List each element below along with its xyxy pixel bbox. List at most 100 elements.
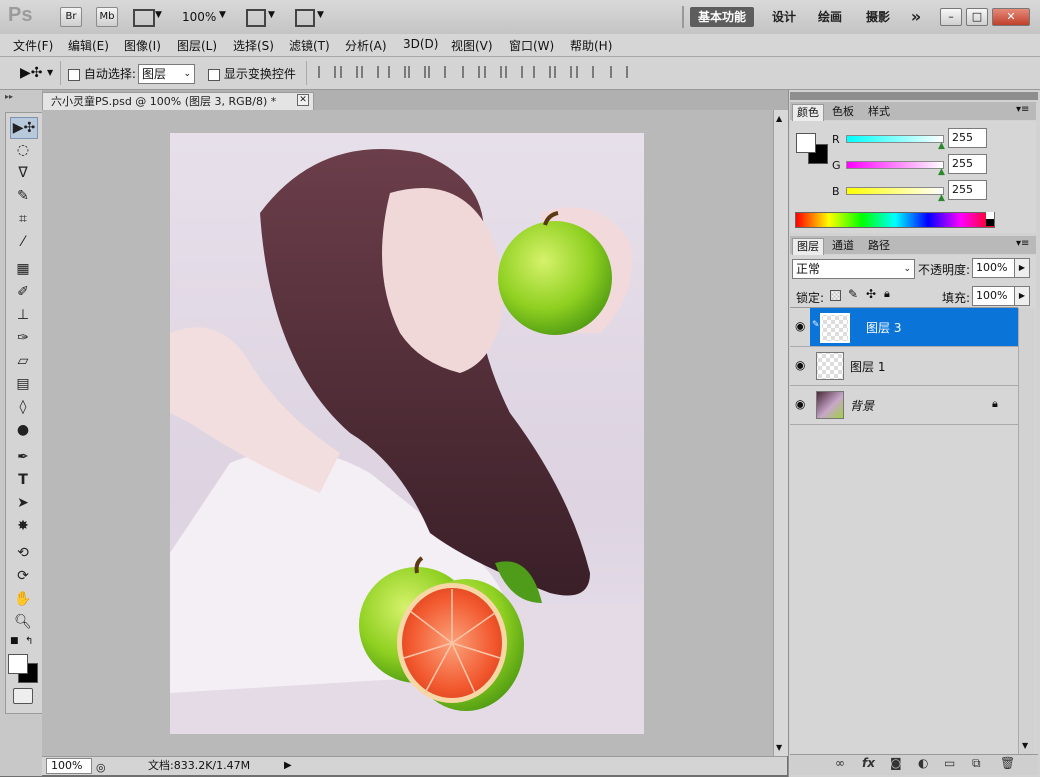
tab-paths[interactable]: 路径 [864, 238, 894, 254]
opacity-value[interactable]: 100% [972, 258, 1017, 278]
history-brush-tool-icon[interactable]: ✑ [10, 328, 36, 348]
chevron-down-icon[interactable]: ▼ [47, 68, 53, 77]
menu-view[interactable]: 视图(V) [451, 37, 493, 54]
distribute-bottom-icon[interactable] [505, 66, 523, 78]
bridge-button[interactable]: Br [60, 7, 82, 27]
slider-thumb-icon[interactable]: ▲ [938, 167, 945, 177]
opacity-slider-toggle-icon[interactable]: ▶ [1014, 258, 1030, 278]
layer-row-layer1[interactable]: ◉ 图层 1 [790, 347, 1018, 386]
layers-scrollbar[interactable]: ▼ [1018, 308, 1035, 754]
gradient-tool-icon[interactable]: ▤ [10, 374, 36, 394]
distribute-horizontal-center-icon[interactable] [554, 66, 572, 78]
crop-tool-icon[interactable]: ⌗ [10, 209, 36, 229]
eyedropper-tool-icon[interactable]: ⁄ [10, 232, 36, 252]
adjustment-layer-icon[interactable]: ◐ [918, 756, 928, 770]
layer-name[interactable]: 图层 3 [866, 319, 901, 336]
tab-layers[interactable]: 图层 [792, 238, 824, 255]
pen-tool-icon[interactable]: ✒ [10, 447, 36, 467]
chevron-down-icon[interactable]: ▼ [268, 10, 275, 20]
new-layer-icon[interactable]: ⧉ [972, 756, 981, 771]
path-selection-tool-icon[interactable]: ➤ [10, 493, 36, 513]
slider-thumb-icon[interactable]: ▲ [938, 141, 945, 151]
zoom-level[interactable]: 100% [182, 10, 216, 24]
menu-layer[interactable]: 图层(L) [177, 37, 217, 54]
tab-styles[interactable]: 样式 [864, 104, 894, 120]
lock-pixels-icon[interactable]: ✎ [848, 287, 858, 301]
scroll-up-icon[interactable]: ▲ [776, 114, 782, 123]
delete-layer-icon[interactable]: 🗑︎ [1000, 756, 1015, 770]
foreground-color-swatch[interactable] [796, 133, 816, 153]
tab-channels[interactable]: 通道 [828, 238, 858, 254]
move-tool-preset-icon[interactable]: ▶✣ [20, 65, 43, 81]
scroll-down-icon[interactable]: ▼ [1022, 741, 1028, 750]
quick-mask-icon[interactable] [13, 688, 33, 704]
tab-swatches[interactable]: 色板 [828, 104, 858, 120]
foreground-color-swatch[interactable] [8, 654, 28, 674]
align-bottom-icon[interactable] [361, 66, 379, 78]
close-document-icon[interactable]: ✕ [297, 94, 309, 106]
close-icon[interactable]: ✕ [992, 8, 1030, 26]
menu-analysis[interactable]: 分析(A) [345, 37, 387, 54]
arrange-documents-icon[interactable] [246, 9, 266, 27]
black-white-ramp[interactable] [986, 212, 994, 226]
clone-stamp-tool-icon[interactable]: ⊥ [10, 305, 36, 325]
lasso-tool-icon[interactable]: ᐁ [10, 163, 36, 183]
type-tool-icon[interactable]: T [10, 470, 36, 490]
vertical-scrollbar[interactable]: ▲ ▼ [773, 110, 788, 756]
spot-healing-tool-icon[interactable]: ▦ [10, 259, 36, 279]
swap-colors-icon[interactable]: ↰ [25, 636, 33, 647]
slider-thumb-icon[interactable]: ▲ [938, 193, 945, 203]
blend-mode-dropdown[interactable]: 正常 ⌄ [792, 259, 915, 279]
scroll-down-icon[interactable]: ▼ [776, 743, 782, 752]
menu-edit[interactable]: 编辑(E) [68, 37, 109, 54]
workspace-painting[interactable]: 绘画 [814, 7, 846, 27]
eye-icon[interactable]: ◉ [795, 397, 805, 411]
fill-slider-toggle-icon[interactable]: ▶ [1014, 286, 1030, 306]
lock-transparency-icon[interactable] [830, 290, 841, 301]
align-right-icon[interactable] [428, 66, 446, 78]
eraser-tool-icon[interactable]: ▱ [10, 351, 36, 371]
hand-tool-icon[interactable]: ✋ [10, 589, 36, 609]
channel-r-value[interactable]: 255 [948, 128, 987, 148]
panel-menu-icon[interactable]: ▾≡ [1016, 104, 1029, 115]
3d-orbit-tool-icon[interactable]: ⟳ [10, 566, 36, 586]
layer-style-icon[interactable]: fx [862, 756, 875, 770]
layer-row-layer3[interactable]: ◉ ✎ 图层 3 [790, 308, 1018, 347]
lock-position-icon[interactable]: ✣ [866, 287, 876, 301]
menu-filter[interactable]: 滤镜(T) [289, 37, 330, 54]
zoom-field[interactable]: 100% [46, 758, 92, 774]
quick-selection-tool-icon[interactable]: ✎ [10, 186, 36, 206]
distribute-left-icon[interactable] [533, 66, 551, 78]
workspace-essentials[interactable]: 基本功能 [690, 7, 754, 27]
channel-g-slider[interactable] [846, 161, 944, 169]
3d-rotate-tool-icon[interactable]: ⟲ [10, 543, 36, 563]
minimize-icon[interactable]: – [940, 8, 962, 26]
status-menu-icon[interactable]: ▶ [284, 757, 292, 775]
add-mask-icon[interactable]: ◙ [890, 756, 902, 770]
menu-help[interactable]: 帮助(H) [570, 37, 612, 54]
chevron-down-icon[interactable]: ▼ [317, 10, 324, 20]
menu-select[interactable]: 选择(S) [233, 37, 274, 54]
marquee-tool-icon[interactable]: ◌ [10, 140, 36, 160]
eye-icon[interactable]: ◉ [795, 358, 805, 372]
status-info-icon[interactable]: ◎ [96, 759, 106, 777]
align-top-icon[interactable] [318, 66, 336, 78]
more-workspaces-icon[interactable]: » [905, 7, 927, 27]
zoom-dropdown-icon[interactable]: ▼ [219, 10, 226, 20]
auto-select-target-dropdown[interactable]: 图层 ⌄ [138, 64, 195, 84]
layer-name[interactable]: 背景 [850, 397, 874, 414]
document-tab[interactable]: 六小灵童PS.psd @ 100% (图层 3, RGB/8) * ✕ [42, 92, 314, 111]
distribute-vertical-center-icon[interactable] [484, 66, 502, 78]
menu-image[interactable]: 图像(I) [124, 37, 161, 54]
channel-g-value[interactable]: 255 [948, 154, 987, 174]
shape-tool-icon[interactable]: ✸ [10, 516, 36, 536]
zoom-tool-icon[interactable]: 🔍︎ [10, 612, 36, 632]
layer-name[interactable]: 图层 1 [850, 358, 885, 375]
brush-tool-icon[interactable]: ✐ [10, 282, 36, 302]
auto-select-checkbox[interactable] [68, 68, 80, 81]
show-transform-toggle[interactable]: 显示变换控件 [208, 65, 296, 82]
color-spectrum-bar[interactable] [795, 212, 995, 228]
collapse-panel-icon[interactable]: ▸▸ [5, 92, 13, 101]
document-canvas-image[interactable] [170, 133, 644, 734]
tab-color[interactable]: 颜色 [792, 104, 824, 121]
